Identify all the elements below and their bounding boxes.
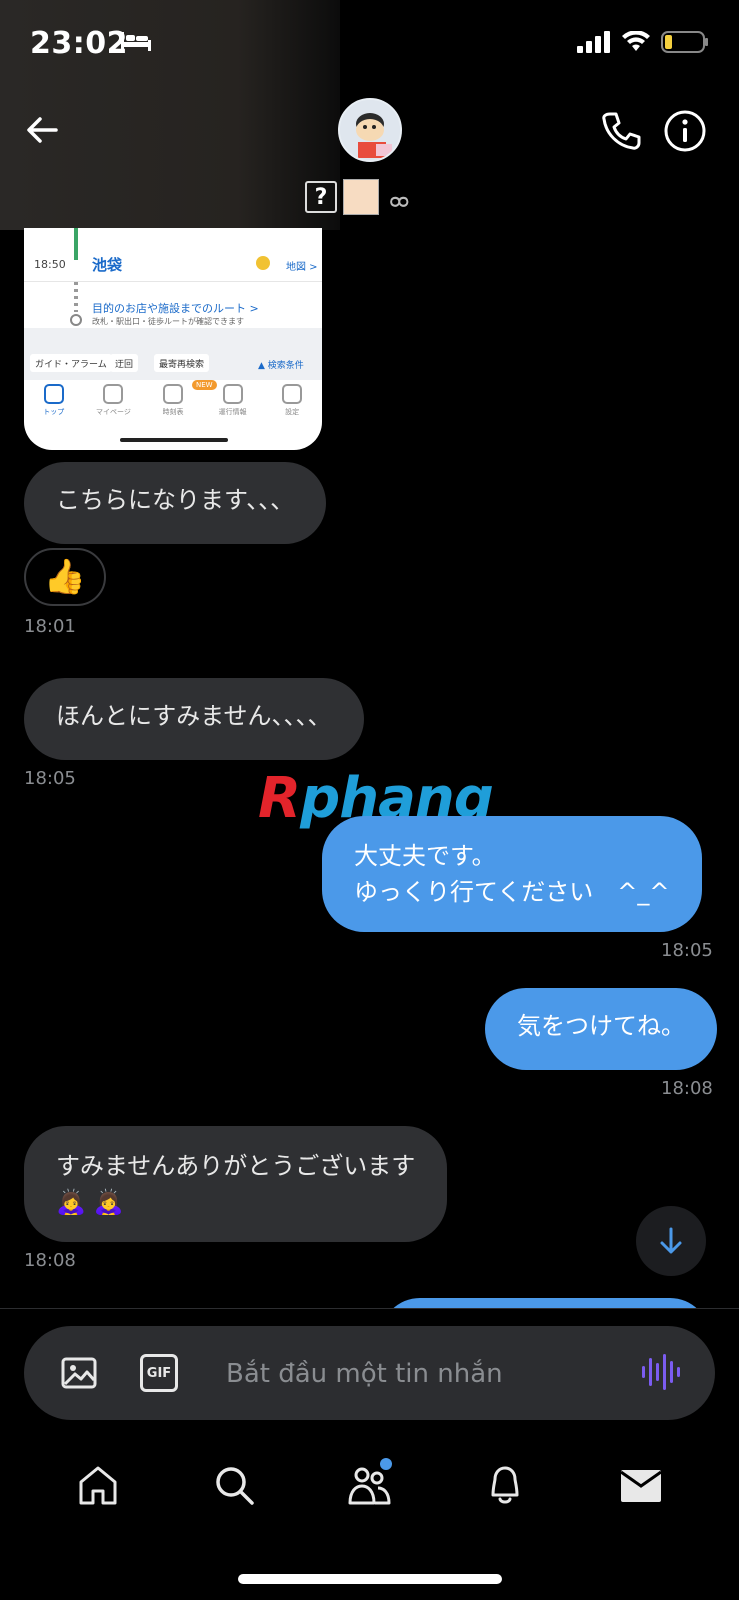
message-composer: GIF bbox=[24, 1326, 715, 1420]
pin-icon bbox=[70, 314, 82, 326]
message-timestamp: 18:08 bbox=[661, 1078, 713, 1099]
name-glyph-loop: ᢁ bbox=[389, 189, 410, 219]
image-map-link: 地図 > bbox=[286, 262, 318, 273]
nav-messages[interactable] bbox=[616, 1460, 666, 1510]
image-tab-label: 運行情報 bbox=[218, 408, 247, 416]
signal-icon bbox=[577, 31, 610, 53]
reaction-message[interactable]: 👍 bbox=[24, 548, 106, 606]
image-route-sub: 改札・駅出口・徒歩ルートが確認できます bbox=[92, 317, 244, 326]
person-icon bbox=[103, 384, 124, 404]
info-board-icon bbox=[222, 384, 243, 404]
image-chip: ガイド・アラーム bbox=[30, 354, 112, 372]
info-icon[interactable] bbox=[662, 108, 708, 154]
image-tab: トップ bbox=[24, 380, 84, 428]
message-line: すみませんありがとうございます bbox=[56, 1152, 416, 1180]
message-timestamp: 18:05 bbox=[661, 940, 713, 961]
image-route-link: 目的のお店や施設までのルート > bbox=[92, 302, 259, 315]
image-chip: 最寄再検索 bbox=[154, 354, 210, 372]
timetable-icon bbox=[162, 384, 183, 404]
phone-icon[interactable] bbox=[598, 108, 644, 154]
bottom-nav bbox=[0, 1440, 739, 1530]
gear-icon bbox=[282, 384, 303, 404]
image-station: 池袋 bbox=[92, 256, 123, 274]
new-badge: NEW bbox=[192, 380, 217, 390]
battery-icon bbox=[661, 31, 708, 53]
status-bar: 23:02 bbox=[0, 0, 739, 90]
avatar[interactable] bbox=[338, 98, 402, 162]
status-time: 23:02 bbox=[30, 26, 128, 61]
voice-message-icon[interactable] bbox=[640, 1352, 680, 1392]
image-tab: マイページ bbox=[84, 380, 144, 428]
nav-notifications[interactable] bbox=[480, 1460, 530, 1510]
image-tab-label: 時刻表 bbox=[162, 408, 184, 416]
message-timestamp: 18:01 bbox=[24, 616, 76, 637]
mail-icon bbox=[620, 1470, 662, 1502]
avatar-image bbox=[340, 100, 400, 160]
image-home-indicator bbox=[120, 438, 228, 442]
arrow-down-icon bbox=[660, 1227, 682, 1254]
image-tab-label: トップ bbox=[43, 408, 65, 416]
home-indicator[interactable] bbox=[238, 1574, 502, 1584]
name-glyph-box: ? bbox=[305, 181, 337, 213]
image-tab-label: マイページ bbox=[95, 408, 131, 416]
message-line: ゆっくり行てください ^_^ bbox=[354, 878, 670, 906]
conversation-header: ? ᢁ bbox=[0, 90, 739, 230]
nav-communities[interactable] bbox=[344, 1458, 394, 1510]
image-time: 18:50 bbox=[34, 258, 66, 271]
incoming-message[interactable]: すみませんありがとうございます 🙇‍♀️ 🙇‍♀️ bbox=[24, 1126, 448, 1242]
image-station-row: 18:50 池袋 地図 > bbox=[24, 240, 322, 282]
search-icon bbox=[215, 1467, 254, 1505]
bell-icon bbox=[491, 1466, 519, 1504]
status-indicators bbox=[577, 30, 709, 54]
image-chip: 迂回 bbox=[110, 354, 139, 372]
nav-search[interactable] bbox=[209, 1460, 259, 1510]
nav-home[interactable] bbox=[73, 1460, 123, 1510]
gif-button[interactable]: GIF bbox=[140, 1354, 178, 1392]
scroll-to-bottom-button[interactable] bbox=[636, 1206, 706, 1276]
incoming-message[interactable]: ほんとにすみません、、、、 bbox=[24, 678, 364, 760]
image-tab-label: 設定 bbox=[285, 408, 300, 416]
home-icon bbox=[79, 1466, 117, 1505]
image-tabbar: トップ マイページ 時刻表 運行情報 設定 bbox=[24, 380, 322, 428]
image-message[interactable]: 18:50 池袋 地図 > 目的のお店や施設までのルート > 改札・駅出口・徒歩… bbox=[24, 228, 322, 450]
message-timestamp: 18:05 bbox=[24, 768, 76, 789]
contact-name: ? ᢁ bbox=[305, 174, 410, 220]
moon-icon bbox=[256, 256, 270, 270]
incoming-message[interactable]: こちらになります、、、 bbox=[24, 462, 327, 544]
outgoing-message[interactable]: 気をつけてね。 bbox=[485, 988, 717, 1070]
wifi-icon bbox=[622, 31, 650, 51]
train-icon bbox=[43, 384, 64, 404]
watermark-first: R bbox=[258, 766, 301, 831]
outgoing-message[interactable]: 大丈夫です。 ゆっくり行てください ^_^ bbox=[322, 816, 702, 932]
message-line: 🙇‍♀️ 🙇‍♀️ bbox=[56, 1188, 124, 1216]
route-dots bbox=[74, 282, 78, 312]
back-arrow-icon[interactable] bbox=[22, 110, 62, 150]
image-tab: 設定 bbox=[262, 380, 322, 428]
message-input[interactable] bbox=[226, 1356, 606, 1392]
message-timestamp: 18:08 bbox=[24, 1250, 76, 1271]
bed-icon bbox=[121, 32, 151, 51]
image-search-cond: ▲ 検索条件 bbox=[258, 361, 304, 371]
message-line: 大丈夫です。 bbox=[354, 842, 496, 870]
image-icon[interactable] bbox=[60, 1354, 98, 1392]
name-swatch bbox=[343, 179, 379, 215]
